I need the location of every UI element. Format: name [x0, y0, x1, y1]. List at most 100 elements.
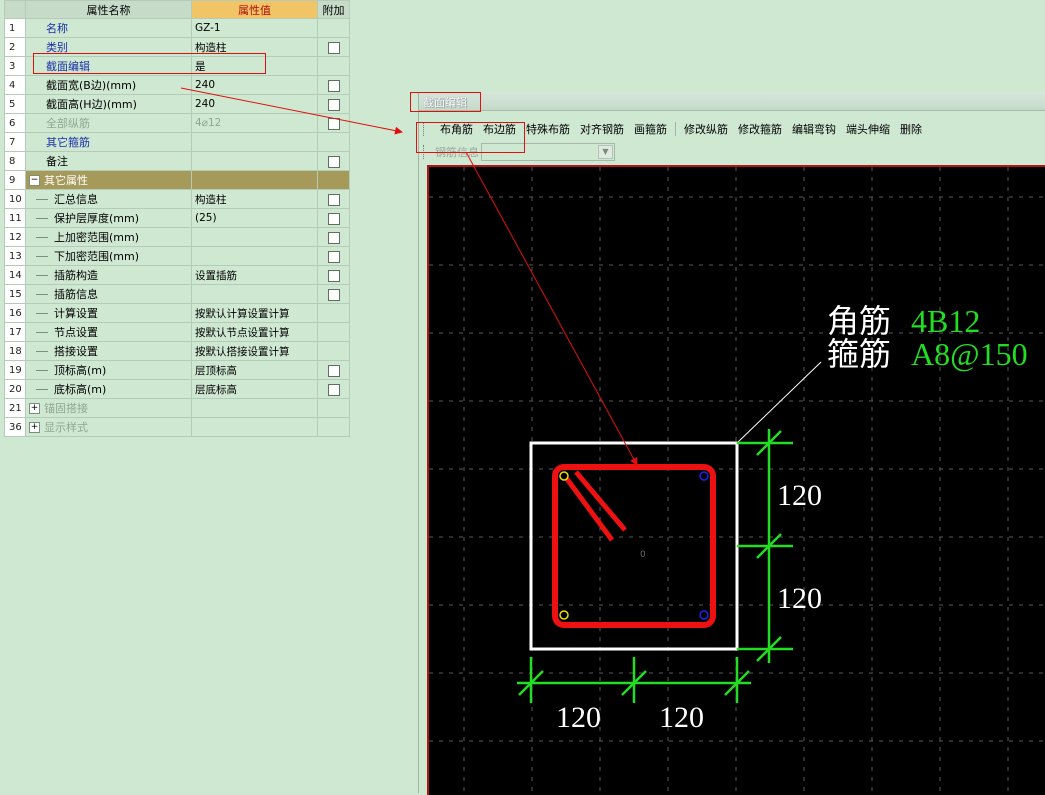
- toolbar-button[interactable]: 修改纵筋: [679, 121, 733, 137]
- extra-checkbox[interactable]: [327, 383, 340, 396]
- table-row[interactable]: 18 搭接设置 按默认搭接设置计算: [4, 341, 350, 361]
- header-property-name[interactable]: 属性名称: [25, 0, 192, 19]
- tree-line-icon: [36, 293, 48, 295]
- toolbar-button[interactable]: 删除: [895, 121, 927, 137]
- extra-checkbox[interactable]: [327, 155, 340, 168]
- extra-checkbox[interactable]: [327, 231, 340, 244]
- property-name-cell[interactable]: 其它箍筋: [25, 132, 192, 152]
- property-name-cell[interactable]: 截面高(H边)(mm): [25, 94, 192, 114]
- table-row[interactable]: 11 保护层厚度(mm) (25): [4, 208, 350, 228]
- property-value[interactable]: 构造柱: [191, 189, 318, 209]
- tree-line-icon: [36, 255, 48, 257]
- toolbar-button[interactable]: 修改箍筋: [733, 121, 787, 137]
- row-number: 2: [4, 37, 26, 57]
- table-row[interactable]: 7 其它箍筋: [4, 132, 350, 152]
- table-row[interactable]: 17 节点设置 按默认节点设置计算: [4, 322, 350, 342]
- chevron-down-icon[interactable]: ▼: [598, 145, 613, 159]
- expand-icon[interactable]: +: [29, 421, 40, 433]
- toolbar-button[interactable]: 特殊布筋: [521, 121, 575, 137]
- table-row[interactable]: 10 汇总信息 构造柱: [4, 189, 350, 209]
- extra-checkbox[interactable]: [327, 250, 340, 263]
- toolbar-button[interactable]: 对齐钢筋: [575, 121, 629, 137]
- property-value[interactable]: 层顶标高: [191, 360, 318, 380]
- table-row[interactable]: 9− 其它属性: [4, 170, 350, 190]
- extra-checkbox[interactable]: [327, 212, 340, 225]
- table-row[interactable]: 13 下加密范围(mm): [4, 246, 350, 266]
- table-row[interactable]: 14 插筋构造 设置插筋: [4, 265, 350, 285]
- extra-checkbox[interactable]: [327, 269, 340, 282]
- property-value[interactable]: [191, 246, 318, 266]
- property-name-cell[interactable]: 顶标高(m): [25, 360, 192, 380]
- table-row[interactable]: 8 备注: [4, 151, 350, 171]
- property-name-cell[interactable]: 上加密范围(mm): [25, 227, 192, 247]
- property-name-cell[interactable]: − 其它属性: [25, 170, 192, 190]
- property-name-cell[interactable]: 底标高(m): [25, 379, 192, 399]
- toolbar-button[interactable]: 端头伸缩: [841, 121, 895, 137]
- property-name-cell[interactable]: + 锚固搭接: [25, 398, 192, 418]
- table-row[interactable]: 36 + 显示样式: [4, 417, 350, 437]
- property-name-cell[interactable]: 插筋构造: [25, 265, 192, 285]
- center-mark: 0: [640, 550, 646, 560]
- extra-checkbox[interactable]: [327, 41, 340, 54]
- extra-cell: [317, 303, 350, 323]
- property-value[interactable]: 240: [191, 75, 318, 95]
- property-name-cell[interactable]: 保护层厚度(mm): [25, 208, 192, 228]
- property-value[interactable]: [191, 151, 318, 171]
- table-row[interactable]: 16 计算设置 按默认计算设置计算: [4, 303, 350, 323]
- extra-checkbox[interactable]: [327, 364, 340, 377]
- property-name-cell[interactable]: + 显示样式: [25, 417, 192, 437]
- extra-checkbox[interactable]: [327, 288, 340, 301]
- property-name-cell[interactable]: 备注: [25, 151, 192, 171]
- toolbar-button[interactable]: 编辑弯钩: [787, 121, 841, 137]
- table-row[interactable]: 12 上加密范围(mm): [4, 227, 350, 247]
- header-extra[interactable]: 附加: [317, 0, 350, 19]
- property-value[interactable]: 设置插筋: [191, 265, 318, 285]
- property-value[interactable]: [191, 170, 318, 190]
- section-drawing[interactable]: 0 角筋 4B12 箍筋 A8@150 120 120 120 120: [429, 167, 1045, 795]
- property-value[interactable]: (25): [191, 208, 318, 228]
- table-row[interactable]: 15 插筋信息: [4, 284, 350, 304]
- extra-checkbox[interactable]: [327, 117, 340, 130]
- property-value[interactable]: [191, 284, 318, 304]
- property-name-cell[interactable]: 节点设置: [25, 322, 192, 342]
- property-name-cell[interactable]: 插筋信息: [25, 284, 192, 304]
- table-row[interactable]: 6 全部纵筋 4⌀12: [4, 113, 350, 133]
- table-row[interactable]: 20 底标高(m) 层底标高: [4, 379, 350, 399]
- property-value[interactable]: 层底标高: [191, 379, 318, 399]
- extra-cell: [317, 265, 350, 285]
- toolbar-button[interactable]: 画箍筋: [629, 121, 672, 137]
- property-value[interactable]: GZ-1: [191, 18, 318, 38]
- property-value[interactable]: [191, 132, 318, 152]
- property-name-cell[interactable]: 汇总信息: [25, 189, 192, 209]
- property-name-cell[interactable]: 下加密范围(mm): [25, 246, 192, 266]
- table-row[interactable]: 1 名称 GZ-1: [4, 18, 350, 38]
- property-value[interactable]: [191, 227, 318, 247]
- property-value[interactable]: 按默认计算设置计算: [191, 303, 318, 323]
- table-row[interactable]: 19 顶标高(m) 层顶标高: [4, 360, 350, 380]
- property-value[interactable]: [191, 417, 318, 437]
- extra-checkbox[interactable]: [327, 98, 340, 111]
- table-row[interactable]: 21 + 锚固搭接: [4, 398, 350, 418]
- property-name-cell[interactable]: 计算设置: [25, 303, 192, 323]
- corner-rebar-label: 角筋: [827, 303, 891, 339]
- property-value[interactable]: 按默认节点设置计算: [191, 322, 318, 342]
- property-name-cell[interactable]: 截面宽(B边)(mm): [25, 75, 192, 95]
- property-value[interactable]: 4⌀12: [191, 113, 318, 133]
- expand-icon[interactable]: +: [29, 402, 40, 414]
- property-name-cell[interactable]: 搭接设置: [25, 341, 192, 361]
- property-value[interactable]: 按默认搭接设置计算: [191, 341, 318, 361]
- table-row[interactable]: 4 截面宽(B边)(mm) 240: [4, 75, 350, 95]
- table-row[interactable]: 5 截面高(H边)(mm) 240: [4, 94, 350, 114]
- property-value[interactable]: 240: [191, 94, 318, 114]
- property-name-cell[interactable]: 全部纵筋: [25, 113, 192, 133]
- property-value[interactable]: [191, 398, 318, 418]
- collapse-icon[interactable]: −: [29, 174, 40, 186]
- property-name: 汇总信息: [54, 193, 98, 206]
- header-property-value[interactable]: 属性值: [191, 0, 318, 19]
- property-name-cell[interactable]: 名称: [25, 18, 192, 38]
- row-number: 21: [4, 398, 26, 418]
- property-name: 保护层厚度(mm): [54, 212, 140, 225]
- extra-checkbox[interactable]: [327, 193, 340, 206]
- extra-checkbox[interactable]: [327, 79, 340, 92]
- section-canvas[interactable]: 0 角筋 4B12 箍筋 A8@150 120 120 120 120: [427, 165, 1045, 795]
